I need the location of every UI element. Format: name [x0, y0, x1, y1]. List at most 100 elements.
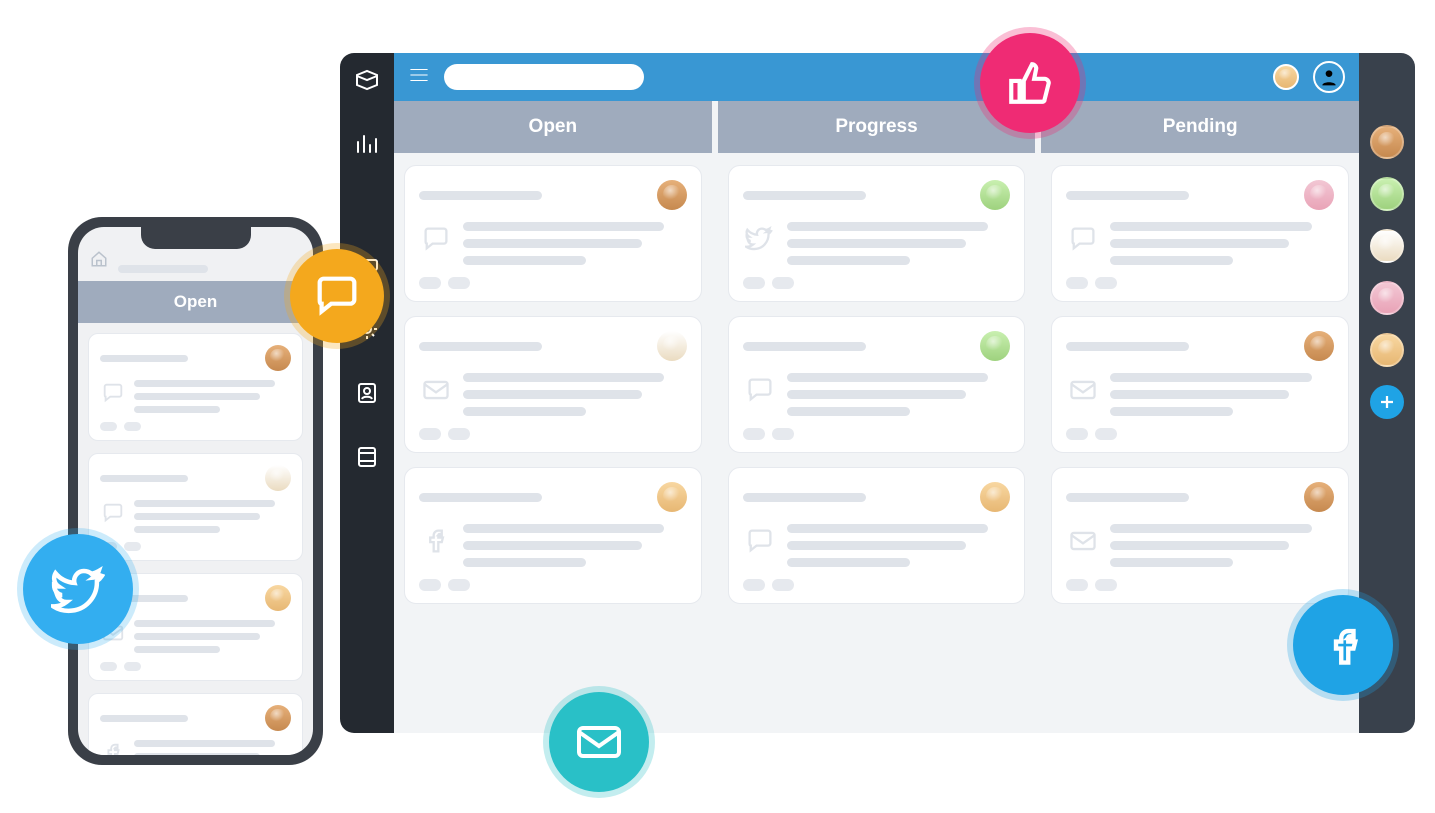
analytics-icon[interactable] — [353, 131, 381, 159]
team-member-avatar[interactable] — [1370, 177, 1404, 211]
column-header-pending[interactable]: Pending — [1041, 101, 1359, 153]
card-tags — [1066, 428, 1334, 440]
inbox-icon[interactable] — [353, 67, 381, 95]
card-preview — [787, 524, 1011, 567]
card-tags — [743, 277, 1011, 289]
profile-menu-button[interactable] — [1313, 61, 1345, 93]
ticket-card[interactable] — [88, 453, 303, 561]
assignee-avatar[interactable] — [265, 465, 291, 491]
ticket-card[interactable] — [1051, 467, 1349, 604]
card-preview — [1110, 373, 1334, 416]
card-tags — [100, 422, 291, 431]
kanban-headers: Open Progress Pending — [394, 101, 1359, 153]
column-progress — [718, 165, 1036, 721]
card-tags — [419, 277, 687, 289]
assignee-avatar[interactable] — [1304, 482, 1334, 512]
like-badge — [980, 33, 1080, 133]
home-icon[interactable] — [90, 250, 108, 273]
chat-icon — [743, 373, 777, 407]
docs-icon[interactable] — [353, 443, 381, 471]
twitter-icon — [743, 222, 777, 256]
chat-icon — [100, 500, 126, 526]
topbar — [394, 53, 1359, 101]
card-title — [743, 342, 866, 351]
assignee-avatar[interactable] — [265, 585, 291, 611]
phone-notch — [141, 227, 251, 249]
card-preview — [134, 500, 291, 533]
assignee-avatar[interactable] — [980, 180, 1010, 210]
desktop-app: Open Progress Pending — [340, 53, 1415, 733]
ticket-card[interactable] — [728, 165, 1026, 302]
menu-button[interactable] — [408, 64, 430, 91]
card-preview — [134, 380, 291, 413]
card-preview — [1110, 222, 1334, 265]
card-preview — [463, 524, 687, 567]
email-badge — [549, 692, 649, 792]
assignee-avatar[interactable] — [265, 705, 291, 731]
ticket-card[interactable] — [728, 467, 1026, 604]
assignee-avatar[interactable] — [1304, 331, 1334, 361]
card-title — [100, 715, 188, 722]
card-title — [100, 355, 188, 362]
main-area: Open Progress Pending — [394, 53, 1359, 733]
mobile-title-placeholder — [118, 265, 208, 273]
search-field[interactable] — [460, 70, 636, 85]
card-title — [419, 191, 542, 200]
assignee-avatar[interactable] — [657, 331, 687, 361]
facebook-badge — [1293, 595, 1393, 695]
card-tags — [1066, 579, 1334, 591]
email-icon — [1066, 524, 1100, 558]
card-preview — [134, 740, 291, 755]
ticket-card[interactable] — [88, 693, 303, 755]
card-title — [743, 493, 866, 502]
mobile-column-header[interactable]: Open — [78, 281, 313, 323]
card-tags — [419, 428, 687, 440]
assignee-avatar[interactable] — [1304, 180, 1334, 210]
ticket-card[interactable] — [404, 316, 702, 453]
card-preview — [134, 620, 291, 653]
ticket-card[interactable] — [88, 333, 303, 441]
assignee-avatar[interactable] — [980, 331, 1010, 361]
team-member-avatar[interactable] — [1370, 281, 1404, 315]
card-tags — [743, 579, 1011, 591]
column-header-open[interactable]: Open — [394, 101, 718, 153]
ticket-card[interactable] — [404, 165, 702, 302]
assignee-avatar[interactable] — [657, 180, 687, 210]
chat-badge — [290, 249, 384, 343]
card-title — [1066, 191, 1189, 200]
twitter-badge — [23, 534, 133, 644]
card-title — [419, 342, 542, 351]
card-tags — [419, 579, 687, 591]
assignee-avatar[interactable] — [980, 482, 1010, 512]
current-user-avatar[interactable] — [1273, 64, 1299, 90]
contacts-icon[interactable] — [353, 379, 381, 407]
card-tags — [100, 662, 291, 671]
chat-icon — [100, 380, 126, 406]
mobile-device: Open — [68, 217, 323, 765]
team-member-avatar[interactable] — [1370, 333, 1404, 367]
ticket-card[interactable] — [404, 467, 702, 604]
card-title — [1066, 493, 1189, 502]
card-tags — [1066, 277, 1334, 289]
team-member-avatar[interactable] — [1370, 229, 1404, 263]
facebook-icon — [419, 524, 453, 558]
ticket-card[interactable] — [1051, 316, 1349, 453]
card-preview — [787, 222, 1011, 265]
card-title — [743, 191, 866, 200]
card-title — [419, 493, 542, 502]
card-preview — [463, 373, 687, 416]
assignee-avatar[interactable] — [265, 345, 291, 371]
chat-icon — [1066, 222, 1100, 256]
add-user-button[interactable] — [1370, 385, 1404, 419]
assignee-avatar[interactable] — [657, 482, 687, 512]
kanban-body — [394, 153, 1359, 733]
card-title — [100, 475, 188, 482]
email-icon — [1066, 373, 1100, 407]
card-tags — [100, 542, 291, 551]
card-preview — [787, 373, 1011, 416]
search-input[interactable] — [444, 64, 644, 90]
card-tags — [743, 428, 1011, 440]
ticket-card[interactable] — [728, 316, 1026, 453]
ticket-card[interactable] — [1051, 165, 1349, 302]
team-member-avatar[interactable] — [1370, 125, 1404, 159]
